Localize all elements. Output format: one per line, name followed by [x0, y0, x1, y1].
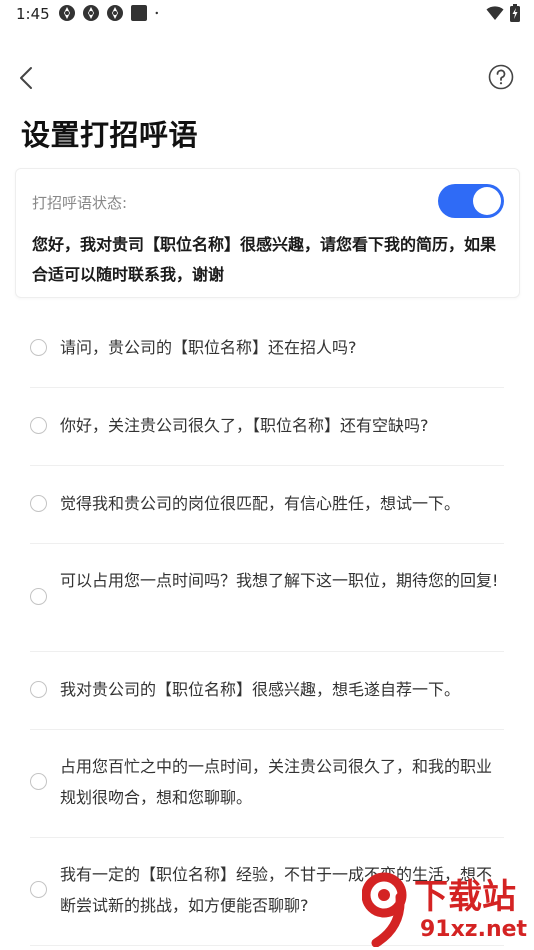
greeting-option[interactable]: 我对贵公司的【职位名称】很感兴趣，想毛遂自荐一下。 [30, 651, 504, 730]
greeting-option-text: 可以占用您一点时间吗？我想了解下这一职位，期待您的回复! [60, 571, 499, 590]
greeting-option-text: 请问，贵公司的【职位名称】还在招人吗? [60, 338, 357, 357]
help-button[interactable] [488, 64, 514, 90]
greeting-option[interactable]: 可以占用您一点时间吗？我想了解下这一职位，期待您的回复! [30, 543, 504, 652]
greeting-option-text: 你好，关注贵公司很久了，【职位名称】还有空缺吗? [60, 416, 429, 435]
page-title: 设置打招呼语 [21, 118, 199, 152]
greeting-option-text: 我对贵公司的【职位名称】很感兴趣，想毛遂自荐一下。 [60, 680, 461, 699]
radio-button[interactable] [30, 417, 47, 434]
square-notification-icon [131, 5, 147, 21]
greeting-option-text: 占用您百忙之中的一点时间，关注贵公司很久了，和我的职业规划很吻合，想和您聊聊。 [60, 757, 493, 807]
current-greeting-text: 您好，我对贵司【职位名称】很感兴趣，请您看下我的简历，如果合适可以随时联系我，谢… [32, 235, 497, 284]
greeting-status-toggle[interactable] [438, 184, 504, 218]
battery-charging-icon [510, 4, 520, 22]
dot-icon [155, 11, 158, 15]
watermark-logo: 下载站 91xz.net [362, 865, 534, 950]
app-notification-icon [107, 5, 123, 21]
radio-button[interactable] [30, 588, 47, 605]
greeting-option[interactable]: 觉得我和贵公司的岗位很匹配，有信心胜任，想试一下。 [30, 465, 504, 544]
status-bar: 1:45 [0, 0, 534, 30]
question-circle-icon [488, 64, 514, 90]
status-notification-icons [58, 4, 164, 22]
greeting-option[interactable]: 请问，贵公司的【职位名称】还在招人吗? [30, 309, 504, 388]
greeting-option[interactable]: 你好，关注贵公司很久了，【职位名称】还有空缺吗? [30, 387, 504, 466]
radio-button[interactable] [30, 681, 47, 698]
watermark-url: 91xz.net [420, 917, 528, 942]
greeting-option[interactable]: 占用您百忙之中的一点时间，关注贵公司很久了，和我的职业规划很吻合，想和您聊聊。 [30, 729, 504, 838]
status-system-icons [486, 4, 520, 22]
greeting-status-label: 打招呼语状态: [32, 194, 128, 212]
radio-button[interactable] [30, 495, 47, 512]
watermark-logo-icon [362, 872, 407, 947]
greeting-status-card: 打招呼语状态: 您好，我对贵司【职位名称】很感兴趣，请您看下我的简历，如果合适可… [15, 168, 520, 298]
nav-bar [0, 58, 534, 98]
greeting-option-text: 觉得我和贵公司的岗位很匹配，有信心胜任，想试一下。 [60, 494, 461, 513]
app-notification-icon [59, 5, 75, 21]
status-time: 1:45 [16, 5, 50, 23]
radio-button[interactable] [30, 881, 47, 898]
app-notification-icon [83, 5, 99, 21]
radio-button[interactable] [30, 339, 47, 356]
toggle-knob [473, 187, 501, 215]
wifi-icon [486, 6, 504, 20]
back-button[interactable] [14, 62, 42, 94]
watermark-text: 下载站 [414, 877, 516, 917]
chevron-left-icon [20, 67, 32, 89]
radio-button[interactable] [30, 773, 47, 790]
